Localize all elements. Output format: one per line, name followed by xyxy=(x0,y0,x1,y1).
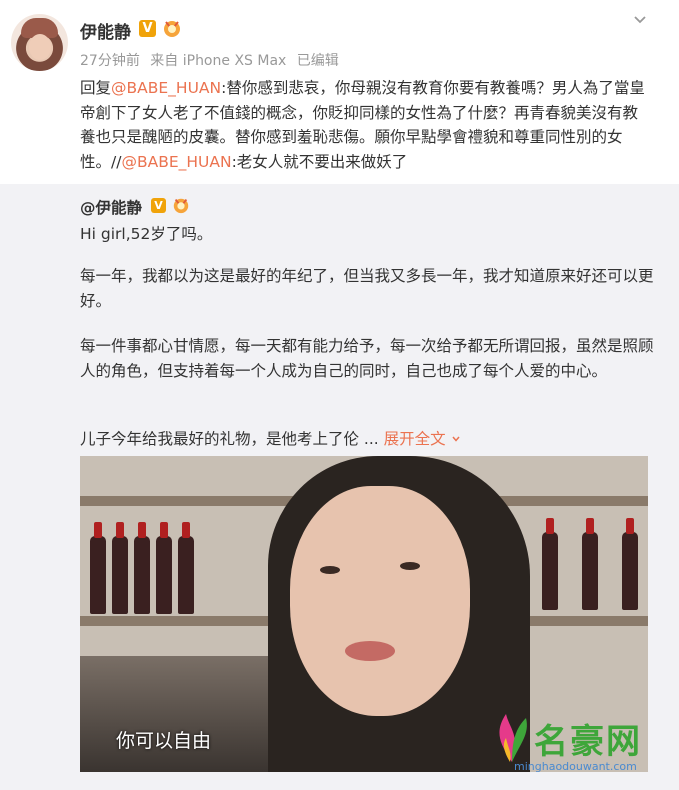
chevron-down-icon[interactable] xyxy=(632,12,648,28)
wine-bottle xyxy=(134,522,150,614)
photo-caption: 你可以自由 xyxy=(116,730,212,752)
reply-quote: :老女人就不要出来做妖了 xyxy=(231,152,408,171)
wine-bottle xyxy=(178,522,194,614)
watermark-logo: 名豪网 minghaodouwant.com xyxy=(490,700,670,780)
medal-icon[interactable] xyxy=(161,18,183,38)
watermark-name: 名豪网 xyxy=(534,722,642,762)
wine-bottle xyxy=(90,522,106,614)
reply-text: 回复@BABE_HUAN:替你感到悲哀，你母親沒有教育你要有教養嗎？男人為了當皇… xyxy=(80,76,650,174)
verified-icon: V xyxy=(139,20,156,37)
expand-full-text-link[interactable]: 展开全文 xyxy=(384,430,461,448)
lips xyxy=(345,641,395,661)
mention-link[interactable]: @BABE_HUAN xyxy=(121,153,231,171)
wine-bottle xyxy=(156,522,172,614)
wine-bottle xyxy=(112,522,128,614)
reply-prefix: 回复 xyxy=(80,79,112,97)
wine-bottle xyxy=(582,518,598,610)
quoted-paragraph: 每一年，我都以为这是最好的年纪了，但当我又多長一年，我才知道原来好还可以更好。 xyxy=(80,267,654,310)
username[interactable]: 伊能静 xyxy=(80,18,131,43)
woman-face xyxy=(290,486,470,716)
verified-icon: V xyxy=(151,198,166,213)
wine-bottle xyxy=(542,518,558,610)
quoted-paragraph: 每一件事都心甘情愿，每一天都有能力给予，每一次给予都无所谓回报，虽然是照顾人的角… xyxy=(80,337,654,380)
expand-label: 展开全文 xyxy=(383,430,446,448)
post-edited[interactable]: 已编辑 xyxy=(297,53,339,69)
post-header: 伊能静 V 27分钟前 来自 iPhone XS Max 已编辑 xyxy=(0,0,679,78)
quoted-paragraph-truncated: 儿子今年给我最好的礼物，是他考上了伦 ... 展开全文 xyxy=(80,427,655,452)
post-meta: 27分钟前 来自 iPhone XS Max 已编辑 xyxy=(80,50,345,70)
chevron-down-icon xyxy=(452,436,460,442)
quoted-username[interactable]: @伊能静 xyxy=(80,196,142,218)
watermark-url: minghaodouwant.com xyxy=(514,760,637,773)
avatar-face xyxy=(29,34,51,60)
avatar[interactable] xyxy=(11,14,68,71)
quoted-paragraph-text: 儿子今年给我最好的礼物，是他考上了伦 ... xyxy=(80,430,379,448)
post-time: 27分钟前 xyxy=(80,53,140,69)
wine-bottle xyxy=(622,518,638,610)
eye xyxy=(320,566,340,574)
leaf-icon xyxy=(499,714,527,762)
mention-link[interactable]: @BABE_HUAN xyxy=(111,79,221,97)
post-source[interactable]: 来自 iPhone XS Max xyxy=(150,53,286,69)
medal-icon[interactable] xyxy=(171,196,191,214)
eye xyxy=(400,562,420,570)
background-people xyxy=(80,656,280,772)
quoted-paragraph: Hi girl,52岁了吗。 xyxy=(80,225,213,243)
